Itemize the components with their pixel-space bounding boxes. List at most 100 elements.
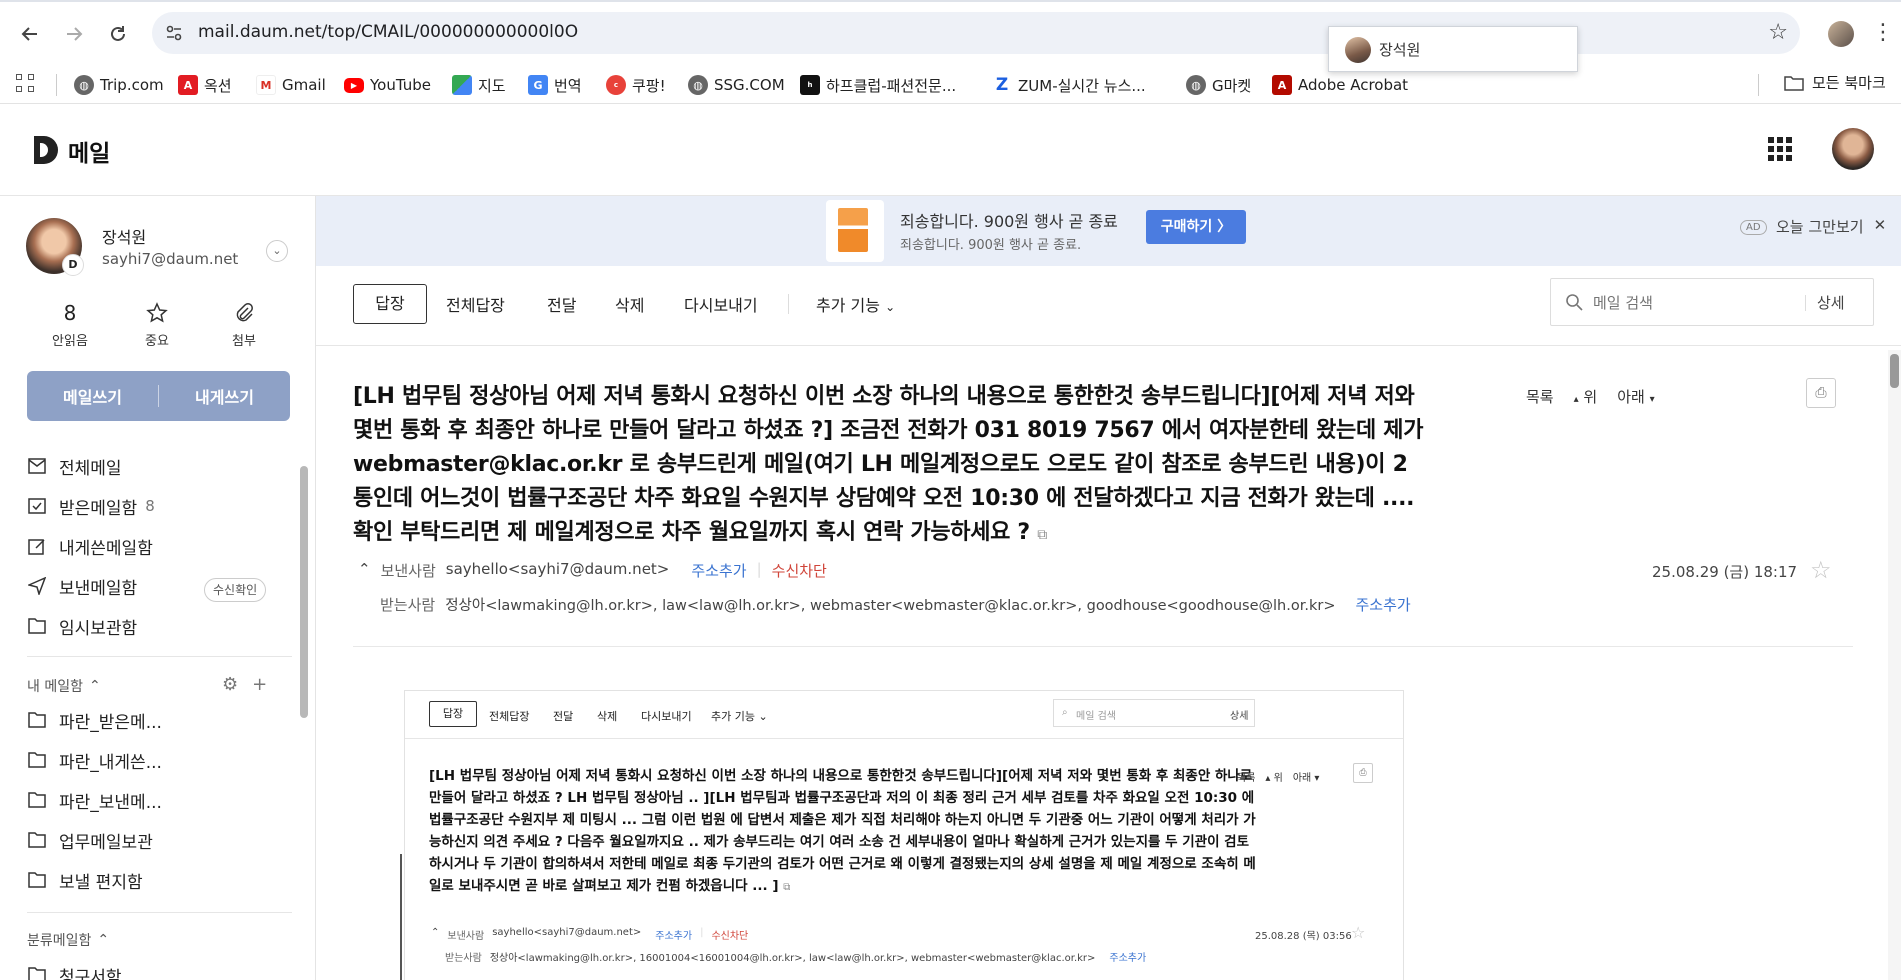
print-icon[interactable]: ⎙ <box>1806 378 1836 408</box>
embedded-edge <box>400 854 402 980</box>
list-link[interactable]: 목록 <box>1526 386 1554 407</box>
account-avatar[interactable] <box>1832 128 1874 170</box>
daum-logo[interactable] <box>34 136 58 164</box>
add-contact-link[interactable]: 주소추가 <box>1355 594 1410 615</box>
reply-all-button[interactable]: 전체답장 <box>446 292 505 316</box>
delete-button[interactable]: 삭제 <box>615 292 644 316</box>
my-folders-toggle[interactable]: 내 메일함 ⌃ <box>27 676 101 696</box>
bookmark-coupang[interactable]: c 쿠팡! <box>606 72 666 98</box>
close-icon[interactable]: ✕ <box>1874 216 1887 237</box>
folder-custom[interactable]: 파란_받은메... <box>27 703 162 737</box>
bookmark-translate[interactable]: G 번역 <box>528 72 582 98</box>
sender-row: ⌃ 보낸사람 sayhello<sayhi7@daum.net> 주소추가 | … <box>358 560 827 581</box>
copy-icon[interactable]: ⧉ <box>1037 527 1047 543</box>
folder-custom[interactable]: 업무메일보관 <box>27 823 153 857</box>
category-toggle[interactable]: 분류메일함 ⌃ <box>27 930 109 950</box>
site-info-icon[interactable] <box>162 21 186 45</box>
sender-address[interactable]: sayhello<sayhi7@daum.net> <box>446 560 670 581</box>
all-bookmarks-button[interactable]: 모든 북마크 <box>1784 72 1886 93</box>
write-mail-button[interactable]: 메일쓰기 <box>27 371 158 421</box>
folder-label: 업무메일보관 <box>59 832 153 853</box>
apps-menu-icon[interactable] <box>1768 137 1792 161</box>
ad-product-image[interactable] <box>826 200 884 262</box>
bookmark-acrobat[interactable]: A Adobe Acrobat <box>1272 72 1408 98</box>
folder-custom[interactable]: 파란_보낸메... <box>27 783 162 817</box>
down-label: 아래 <box>1617 388 1645 406</box>
folder-label: 파란_받은메... <box>59 712 162 733</box>
bookmark-halfclub[interactable]: h 하프클럽-패션전문... <box>800 72 956 98</box>
collapse-chevron-icon[interactable]: ⌃ <box>358 560 371 581</box>
folder-custom[interactable]: 파란_내게쓴... <box>27 743 162 777</box>
embedded-add-contact: 주소추가 <box>1109 953 1147 964</box>
sent-icon <box>27 576 47 596</box>
bookmark-auction[interactable]: A 옥션 <box>178 72 232 98</box>
ad-subline[interactable]: 죄송합니다. 900원 행사 곧 종료. <box>900 234 1081 253</box>
buy-button[interactable]: 구매하기 〉 <box>1146 210 1246 244</box>
bookmark-ssg[interactable]: ◍ SSG.COM <box>688 72 785 98</box>
section-divider <box>27 912 292 913</box>
reply-button[interactable]: 답장 <box>353 284 427 324</box>
bookmark-gmarket[interactable]: ◍ G마켓 <box>1186 72 1251 98</box>
back-button[interactable] <box>12 16 48 52</box>
add-contact-link[interactable]: 주소추가 <box>691 560 746 581</box>
globe-icon: ◍ <box>688 75 708 95</box>
folder-self-mail[interactable]: 내게쓴메일함 <box>27 529 153 563</box>
folder-label: 보낼 편지함 <box>59 872 143 893</box>
folder-icon <box>27 830 47 850</box>
app-title[interactable]: 메일 <box>68 134 110 168</box>
bookmark-youtube[interactable]: ▶ YouTube <box>344 72 431 98</box>
dismiss-today-label[interactable]: 오늘 그만보기 <box>1776 216 1864 237</box>
url-text[interactable]: mail.daum.net/top/CMAIL/000000000000l0O <box>198 22 578 42</box>
prev-mail-link[interactable]: ▴ 위 <box>1574 386 1598 407</box>
recipients-list[interactable]: 정상아<lawmaking@lh.or.kr>, law<law@lh.or.k… <box>445 594 1335 615</box>
stat-unread[interactable]: 8 안읽음 <box>34 300 106 349</box>
more-actions-dropdown[interactable]: 추가 기능 ⌄ <box>816 292 895 316</box>
link-divider: | <box>700 927 704 938</box>
bookmark-zum[interactable]: Z ZUM-실시간 뉴스... <box>992 72 1146 98</box>
write-to-self-button[interactable]: 내게쓰기 <box>159 371 290 421</box>
profile-tooltip: 장석원 <box>1328 26 1578 72</box>
main-scrollbar[interactable] <box>1888 350 1901 980</box>
bookmark-maps[interactable]: 지도 <box>452 72 506 98</box>
folder-custom[interactable]: 보낼 편지함 <box>27 863 143 897</box>
add-folder-icon[interactable]: + <box>252 674 267 695</box>
ad-dismiss[interactable]: 오늘 그만보기 ✕ <box>1776 216 1886 237</box>
bookmark-label: G마켓 <box>1212 76 1252 95</box>
mail-search: 상세 <box>1550 278 1874 326</box>
folder-sent[interactable]: 보낸메일함 <box>27 569 137 603</box>
all-mail-icon <box>27 456 47 476</box>
mail-nav: 목록 ▴ 위 아래 ▾ <box>1526 386 1655 407</box>
next-mail-link[interactable]: 아래 ▾ <box>1617 386 1654 407</box>
apps-grid-icon[interactable] <box>16 74 38 96</box>
search-input[interactable] <box>1593 291 1793 315</box>
browser-menu-icon[interactable]: ⋮ <box>1872 20 1894 48</box>
gear-icon[interactable]: ⚙ <box>222 674 238 695</box>
section-title: 내 메일함 <box>27 679 83 695</box>
sidebar-scrollbar[interactable] <box>298 456 310 976</box>
stat-important[interactable]: 중요 <box>121 300 193 349</box>
reload-button[interactable] <box>100 16 136 52</box>
stat-attachment[interactable]: 첨부 <box>208 300 280 349</box>
folder-inbox[interactable]: 받은메일함 8 <box>27 489 155 523</box>
read-receipt-button[interactable]: 수신확인 <box>204 578 267 602</box>
folder-bills[interactable]: 청구서함 <box>27 958 122 980</box>
resend-button[interactable]: 다시보내기 <box>684 292 758 316</box>
bookmark-tripcom[interactable]: ◍ Trip.com <box>74 72 164 98</box>
folder-drafts[interactable]: 임시보관함 <box>27 609 137 643</box>
all-bookmarks-label: 모든 북마크 <box>1812 74 1886 92</box>
bookmark-star-icon[interactable]: ☆ <box>1768 20 1788 45</box>
detail-search-button[interactable]: 상세 <box>1817 292 1845 313</box>
embedded-more-label: 추가 기능 <box>711 710 755 723</box>
account-toggle-chevron-icon[interactable]: ⌄ <box>266 240 288 262</box>
acrobat-icon: A <box>1272 75 1292 95</box>
forward-button[interactable] <box>56 16 92 52</box>
bookmark-label: Gmail <box>282 76 326 94</box>
folder-all-mail[interactable]: 전체메일 <box>27 449 122 483</box>
star-icon[interactable]: ☆ <box>1810 556 1832 584</box>
ad-headline[interactable]: 죄송합니다. 900원 행사 곧 종료 <box>900 208 1118 232</box>
bookmark-label: 번역 <box>554 76 582 95</box>
block-sender-link[interactable]: 수신차단 <box>772 560 827 581</box>
forward-button[interactable]: 전달 <box>547 292 576 316</box>
bookmark-gmail[interactable]: M Gmail <box>256 72 326 98</box>
browser-profile-avatar[interactable] <box>1828 21 1854 47</box>
